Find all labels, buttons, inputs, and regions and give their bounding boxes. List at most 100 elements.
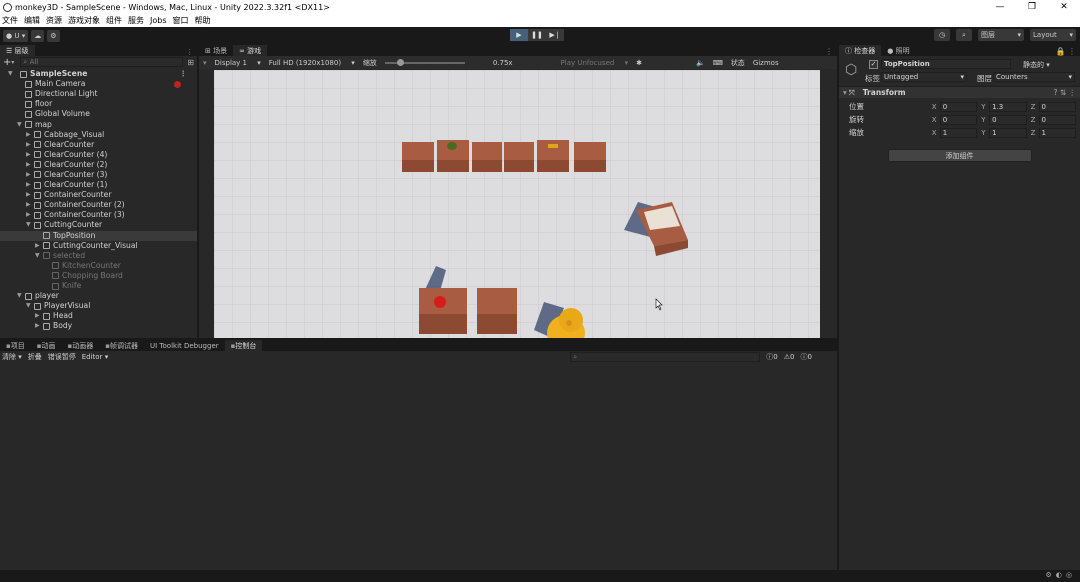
transform-z-field[interactable]: 1 bbox=[1038, 127, 1077, 138]
hierarchy-item[interactable]: ▼ CuttingCounter bbox=[0, 220, 197, 230]
minimize-icon[interactable]: — bbox=[984, 0, 1016, 14]
scale-slider-handle[interactable] bbox=[396, 59, 404, 66]
filter-icon[interactable]: ⊞ bbox=[187, 58, 194, 67]
display-dropdown[interactable]: Display 1 ▾ bbox=[215, 59, 261, 67]
hierarchy-item[interactable]: ▶ ClearCounter (2) bbox=[0, 160, 197, 170]
play-mode-dropdown[interactable]: Play Unfocused ▾ bbox=[561, 59, 629, 67]
tab-game[interactable]: ∞ 游戏 bbox=[233, 45, 268, 56]
hierarchy-item[interactable]: ▶ ClearCounter (3) bbox=[0, 170, 197, 180]
transform-y-field[interactable]: 0 bbox=[989, 114, 1027, 125]
game-viewport[interactable] bbox=[214, 70, 820, 338]
bug-icon[interactable]: ✱ bbox=[636, 59, 642, 67]
menu-item[interactable]: 组件 bbox=[106, 15, 122, 26]
hierarchy-item[interactable]: KitchenCounter bbox=[0, 261, 197, 271]
tab-bottom[interactable]: ▪ 帧调试器 bbox=[99, 340, 144, 351]
tab-bottom[interactable]: ▪ 动画 bbox=[31, 340, 62, 351]
restore-icon[interactable]: ❐ bbox=[1016, 0, 1048, 14]
hierarchy-item[interactable]: Chopping Board bbox=[0, 271, 197, 281]
chevron-right-icon[interactable]: ▶ bbox=[26, 170, 33, 180]
hierarchy-item[interactable]: Global Volume bbox=[0, 109, 197, 119]
layout-dropdown[interactable]: Layout ▾ bbox=[1030, 29, 1076, 41]
component-menu-icon[interactable]: ? ⇅ ⋮ bbox=[1053, 88, 1076, 97]
scale-slider[interactable] bbox=[384, 59, 465, 66]
chevron-right-icon[interactable]: ▶ bbox=[26, 190, 33, 200]
menu-item[interactable]: 帮助 bbox=[195, 15, 211, 26]
tab-lighting[interactable]: ● 照明 bbox=[881, 45, 915, 56]
error-pause-button[interactable]: 错误暂停 bbox=[48, 352, 76, 362]
menu-item[interactable]: Jobs bbox=[150, 16, 167, 25]
hierarchy-item[interactable]: floor bbox=[0, 99, 197, 109]
hierarchy-item[interactable]: ▶ Cabbage_Visual bbox=[0, 130, 197, 140]
pause-button[interactable]: ❚❚ bbox=[528, 29, 546, 41]
hierarchy-item[interactable]: ▼ PlayerVisual bbox=[0, 301, 197, 311]
transform-header[interactable]: ▾ ⤧ Transform ? ⇅ ⋮ bbox=[839, 86, 1080, 98]
hierarchy-item[interactable]: Main Camera bbox=[0, 79, 197, 89]
layers-dropdown[interactable]: 图层 ▾ bbox=[978, 29, 1024, 41]
transform-z-field[interactable]: 0 bbox=[1038, 114, 1077, 125]
hierarchy-scene-row[interactable]: ▼ SampleScene ⋮ bbox=[0, 69, 197, 79]
hierarchy-item[interactable]: ▶ ContainerCounter (3) bbox=[0, 210, 197, 220]
chevron-down-icon[interactable]: ▼ bbox=[35, 251, 42, 261]
hierarchy-item[interactable]: ▶ CuttingCounter_Visual bbox=[0, 241, 197, 251]
menu-item[interactable]: 编辑 bbox=[24, 15, 40, 26]
info-count-badge[interactable]: ⓘ0 bbox=[766, 352, 777, 362]
hierarchy-item[interactable]: ▶ Head bbox=[0, 311, 197, 321]
menu-item[interactable]: 资源 bbox=[46, 15, 62, 26]
chevron-right-icon[interactable]: ▶ bbox=[35, 241, 42, 251]
tag-dropdown[interactable]: Untagged ▾ bbox=[881, 72, 967, 82]
hierarchy-item[interactable]: ▶ Body bbox=[0, 321, 197, 331]
transform-y-field[interactable]: 1.3 bbox=[989, 101, 1027, 112]
lock-icon[interactable]: 🔒 ⋮ bbox=[1055, 47, 1076, 56]
transform-x-field[interactable]: 0 bbox=[939, 114, 978, 125]
play-button[interactable]: ▶ bbox=[510, 29, 528, 41]
chevron-down-icon[interactable]: ▼ bbox=[26, 220, 33, 230]
menu-item[interactable]: 游戏对象 bbox=[68, 15, 100, 26]
panel-menu-icon[interactable]: ⋮ bbox=[825, 47, 833, 56]
chevron-down-icon[interactable]: ▼ bbox=[26, 301, 33, 311]
transform-x-field[interactable]: 1 bbox=[939, 127, 978, 138]
menu-item[interactable]: 文件 bbox=[2, 15, 18, 26]
chevron-right-icon[interactable]: ▶ bbox=[26, 200, 33, 210]
step-button[interactable]: ▶❘ bbox=[546, 29, 564, 41]
hierarchy-item[interactable]: ▼ selected bbox=[0, 251, 197, 261]
gizmos-toggle[interactable]: Gizmos bbox=[753, 59, 779, 67]
tab-scene[interactable]: ⊞ 场景 bbox=[199, 45, 233, 56]
close-icon[interactable]: ✕ bbox=[1048, 0, 1080, 14]
object-name-field[interactable]: TopPosition bbox=[881, 59, 1011, 69]
search-icon[interactable]: ⌕ bbox=[956, 29, 972, 41]
hierarchy-item[interactable]: ▼ map bbox=[0, 119, 197, 129]
chevron-down-icon[interactable]: ▼ bbox=[17, 120, 24, 130]
clear-button[interactable]: 清除 ▾ bbox=[2, 352, 22, 362]
cloud-icon[interactable]: ☁ bbox=[31, 29, 45, 42]
menu-item[interactable]: 服务 bbox=[128, 15, 144, 26]
add-component-button[interactable]: 添加组件 bbox=[887, 149, 1032, 162]
chevron-down-icon[interactable]: ▾ bbox=[11, 59, 14, 66]
chevron-right-icon[interactable]: ▶ bbox=[26, 130, 33, 140]
chevron-right-icon[interactable]: ▶ bbox=[26, 140, 33, 150]
tab-bottom[interactable]: ▪ 动画器 bbox=[62, 340, 100, 351]
chevron-right-icon[interactable]: ▶ bbox=[26, 210, 33, 220]
resolution-dropdown[interactable]: Full HD (1920x1080) ▾ bbox=[269, 59, 355, 67]
hierarchy-item[interactable]: ▼ player bbox=[0, 291, 197, 301]
stats-toggle[interactable]: 状态 bbox=[731, 58, 745, 68]
chevron-down-icon[interactable]: ▼ bbox=[8, 69, 15, 79]
hierarchy-item[interactable]: ▶ ContainerCounter (2) bbox=[0, 200, 197, 210]
mute-icon[interactable]: 🔈 bbox=[696, 59, 705, 67]
scene-menu-icon[interactable]: ⋮ bbox=[179, 69, 187, 79]
menu-item[interactable]: 窗口 bbox=[173, 15, 189, 26]
error-count-badge[interactable]: ⓘ0 bbox=[800, 352, 811, 362]
hierarchy-item[interactable]: Directional Light bbox=[0, 89, 197, 99]
tab-bottom[interactable]: ▪ 控制台 bbox=[224, 340, 263, 351]
add-icon[interactable]: + bbox=[3, 57, 11, 68]
hierarchy-item[interactable]: ▶ ContainerCounter bbox=[0, 190, 197, 200]
hierarchy-item[interactable]: Knife bbox=[0, 281, 197, 291]
panel-menu-icon[interactable]: ⋮ bbox=[186, 48, 193, 56]
hierarchy-item[interactable]: ▶ ClearCounter (4) bbox=[0, 150, 197, 160]
console-search-input[interactable]: ⌕ bbox=[570, 352, 761, 362]
tab-hierarchy[interactable]: ☰ 层级 bbox=[0, 45, 35, 56]
hierarchy-item[interactable]: ▶ ClearCounter (1) bbox=[0, 180, 197, 190]
tab-inspector[interactable]: ⓘ 检查器 bbox=[839, 45, 882, 56]
chevron-right-icon[interactable]: ▶ bbox=[26, 150, 33, 160]
settings-icon[interactable]: ⚙ bbox=[47, 29, 60, 42]
transform-x-field[interactable]: 0 bbox=[939, 101, 978, 112]
